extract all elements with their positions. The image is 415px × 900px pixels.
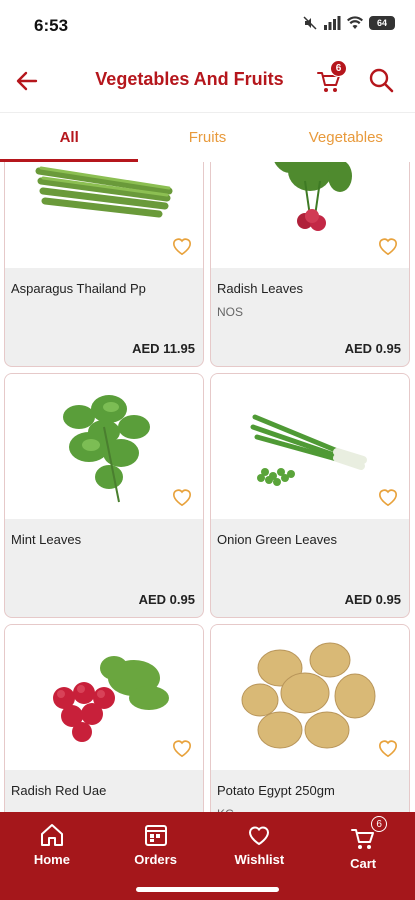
product-image-mint — [5, 374, 203, 519]
wishlist-heart-icon[interactable] — [377, 236, 399, 256]
tab-all[interactable]: All — [0, 113, 139, 162]
product-name: Onion Green Leaves — [217, 532, 337, 547]
product-name: Radish Leaves — [217, 281, 303, 296]
product-image-asparagus — [5, 162, 203, 268]
product-price: AED 11.95 — [132, 341, 195, 356]
nav-wishlist-label: Wishlist — [234, 852, 285, 867]
tab-fruits[interactable]: Fruits — [138, 113, 276, 162]
nav-cart-label: Cart — [350, 856, 377, 871]
product-card[interactable]: Mint Leaves AED 0.95 — [4, 373, 204, 618]
product-card[interactable]: Radish Leaves NOS AED 0.95 — [210, 162, 410, 367]
product-name: Radish Red Uae — [11, 783, 107, 798]
signal-icon — [324, 16, 341, 30]
nav-cart-badge: 6 — [371, 816, 388, 832]
battery-indicator: 64 — [369, 16, 395, 30]
nav-home[interactable]: Home — [0, 812, 104, 900]
nav-orders-label: Orders — [134, 852, 177, 867]
product-card[interactable]: Asparagus Thailand Pp AED 11.95 — [4, 162, 204, 367]
cart-icon — [351, 829, 375, 849]
home-indicator[interactable] — [136, 887, 279, 892]
product-grid: Asparagus Thailand Pp AED 11.95 Radish L… — [4, 162, 411, 812]
wishlist-heart-icon[interactable] — [377, 487, 399, 507]
wishlist-heart-icon[interactable] — [171, 236, 193, 256]
status-time: 6:53 — [34, 16, 69, 35]
product-image-radish-leaves — [211, 162, 409, 268]
nav-home-label: Home — [33, 852, 70, 867]
product-price: AED 0.95 — [344, 592, 401, 607]
wishlist-heart-icon[interactable] — [377, 738, 399, 758]
status-bar: 6:53 64 — [0, 0, 415, 52]
orders-icon — [144, 825, 167, 846]
product-image-red-radish — [5, 625, 203, 770]
mute-icon — [303, 16, 317, 30]
heart-icon — [249, 826, 270, 846]
search-button[interactable] — [367, 66, 397, 96]
product-card[interactable]: Onion Green Leaves AED 0.95 — [210, 373, 410, 618]
product-image-potato — [211, 625, 409, 770]
product-name: Mint Leaves — [11, 532, 82, 547]
status-icons: 64 — [303, 16, 395, 30]
page-title: Vegetables And Fruits — [95, 69, 284, 89]
home-icon — [40, 824, 63, 846]
wishlist-heart-icon[interactable] — [171, 738, 193, 758]
product-name: Potato Egypt 250gm — [217, 783, 335, 798]
product-unit: NOS — [217, 305, 244, 319]
product-price: AED 0.95 — [138, 592, 195, 607]
category-tabs: All Fruits Vegetables — [0, 112, 415, 162]
cart-count-badge: 6 — [330, 60, 347, 77]
product-name: Asparagus Thailand Pp — [11, 281, 146, 296]
search-icon — [369, 68, 394, 93]
wishlist-heart-icon[interactable] — [171, 487, 193, 507]
bottom-navigation: Home Orders Wishlist 6 Cart — [0, 812, 415, 900]
header-cart-button[interactable]: 6 — [315, 60, 347, 96]
product-image-spring-onion — [211, 374, 409, 519]
product-card[interactable]: Potato Egypt 250gm KG — [210, 624, 410, 812]
nav-cart[interactable]: 6 Cart — [311, 812, 415, 900]
product-card[interactable]: Radish Red Uae — [4, 624, 204, 812]
app-header: Vegetables And Fruits 6 — [0, 52, 415, 110]
tab-vegetables[interactable]: Vegetables — [277, 113, 415, 162]
wifi-icon — [347, 16, 363, 29]
product-grid-viewport[interactable]: Asparagus Thailand Pp AED 11.95 Radish L… — [0, 162, 415, 812]
product-price: AED 0.95 — [344, 341, 401, 356]
